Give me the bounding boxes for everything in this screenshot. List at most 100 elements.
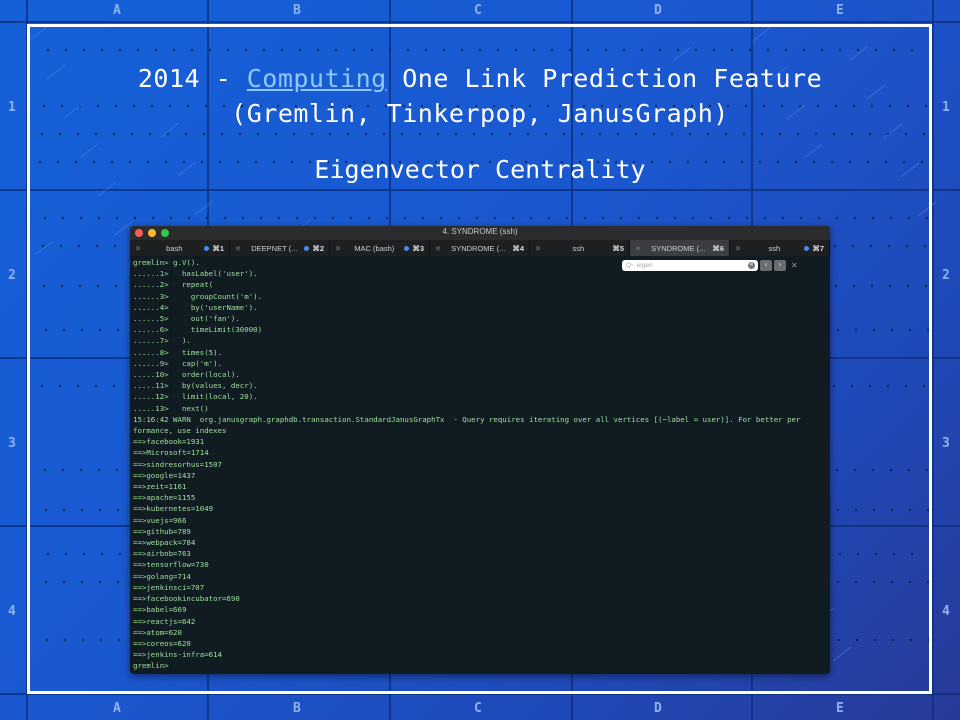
terminal-line: .....11> by(values, decr). bbox=[133, 381, 258, 391]
ruler-label: 2 bbox=[8, 268, 16, 283]
terminal-tab[interactable]: ✕ DEEPNET (... ⌘2 bbox=[230, 240, 330, 256]
close-tab-icon[interactable]: ✕ bbox=[335, 244, 341, 253]
tab-shortcut-group: ⌘2 bbox=[304, 244, 324, 253]
terminal-line: ==>sindresorhus=1507 bbox=[133, 459, 222, 469]
title-rest: One Link Prediction Feature bbox=[386, 64, 823, 93]
terminal-line: ......2> repeat( bbox=[133, 280, 214, 290]
terminal-tab[interactable]: ✕ bash ⌘1 bbox=[130, 240, 230, 256]
tab-label: ssh bbox=[572, 243, 585, 253]
close-tab-icon[interactable]: ✕ bbox=[235, 244, 241, 253]
ruler-label: C bbox=[474, 3, 482, 18]
terminal-line: ==>atom=620 bbox=[133, 627, 182, 637]
ruler-label: 4 bbox=[8, 604, 16, 619]
terminal-tab[interactable]: ✕ MAC (bash) ⌘3 bbox=[330, 240, 430, 256]
terminal-line: ==>webpack=784 bbox=[133, 538, 196, 548]
tab-shortcut: ⌘6 bbox=[712, 243, 724, 253]
close-tab-icon[interactable]: ✕ bbox=[635, 244, 641, 253]
tab-shortcut-group: ⌘5 bbox=[612, 244, 624, 253]
terminal-tab[interactable]: ✕ SYNDROME (... ⌘4 bbox=[430, 240, 530, 256]
terminal-tab[interactable]: ✕ ssh ⌘7 bbox=[730, 240, 830, 256]
activity-dot-icon bbox=[204, 245, 210, 251]
terminal-line: gremlin> g.V(). bbox=[133, 258, 200, 267]
terminal-line: ==>golang=714 bbox=[133, 571, 191, 581]
terminal-line: ......6> timeLimit(30000) bbox=[133, 325, 263, 335]
terminal-line: ......8> times(5). bbox=[133, 347, 222, 357]
tab-shortcut: ⌘5 bbox=[612, 243, 624, 253]
terminal-line: ==>tensorflow=730 bbox=[133, 560, 209, 570]
title-link-computing[interactable]: Computing bbox=[247, 64, 387, 93]
tab-shortcut-group: ⌘3 bbox=[404, 244, 424, 253]
tab-label: SYNDROME (... bbox=[451, 243, 506, 253]
close-tab-icon[interactable]: ✕ bbox=[135, 244, 141, 253]
terminal-line: gremlin> bbox=[133, 661, 169, 671]
terminal-line: ......9> cap('m'). bbox=[133, 358, 222, 368]
terminal-line: ==>facebook=1931 bbox=[133, 437, 205, 447]
ruler-label: 1 bbox=[942, 100, 950, 115]
tab-shortcut: ⌘7 bbox=[812, 243, 824, 253]
terminal-line: ==>jenkins-infra=614 bbox=[133, 650, 222, 660]
terminal-line: ==>airbnb=763 bbox=[133, 549, 191, 559]
terminal-line: 15:16:42 WARN org.janusgraph.graphdb.tra… bbox=[133, 414, 801, 424]
close-tab-icon[interactable]: ✕ bbox=[535, 244, 541, 253]
ruler-label: E bbox=[836, 701, 844, 716]
ruler-label: 3 bbox=[942, 436, 950, 451]
terminal-line: ==>vuejs=966 bbox=[133, 515, 187, 525]
terminal-line: ......7> ). bbox=[133, 336, 191, 346]
terminal-line: ==>Microsoft=1714 bbox=[133, 448, 209, 458]
ruler-label: B bbox=[293, 3, 301, 18]
slide-title: 2014 - Computing One Link Prediction Fea… bbox=[40, 64, 920, 93]
terminal-tab-bar: ✕ bash ⌘1 ✕ DEEPNET (... ⌘2 ✕ MAC (bash) ⌘3 ✕ SYND… bbox=[130, 240, 830, 256]
terminal-line: ==>jenkinsci=707 bbox=[133, 582, 205, 592]
tab-shortcut: ⌘4 bbox=[512, 243, 524, 253]
terminal-line: ......1> hasLabel('user'). bbox=[133, 269, 258, 279]
ruler-label: D bbox=[654, 701, 662, 716]
tab-label: MAC (bash) bbox=[354, 243, 395, 253]
terminal-window: 4. SYNDROME (ssh) ✕ bash ⌘1 ✕ DEEPNET (... ⌘2… bbox=[130, 226, 830, 674]
activity-dot-icon bbox=[304, 245, 310, 251]
ruler-label: 4 bbox=[942, 604, 950, 619]
tab-label: ssh bbox=[768, 243, 781, 253]
ruler-label: 3 bbox=[8, 436, 16, 451]
terminal-line: ==>facebookincubator=690 bbox=[133, 594, 240, 604]
terminal-line: formance, use indexes bbox=[133, 426, 227, 436]
tab-label: SYNDROME (... bbox=[651, 243, 706, 253]
terminal-line: ==>coreos=620 bbox=[133, 638, 191, 648]
terminal-tab[interactable]: ✕ SYNDROME (... ⌘6 bbox=[630, 240, 730, 256]
terminal-line: ......4> by('userName'). bbox=[133, 302, 258, 312]
slide-title-line2: (Gremlin, Tinkerpop, JanusGraph) bbox=[231, 99, 729, 128]
terminal-title: 4. SYNDROME (ssh) bbox=[442, 227, 518, 236]
ruler-label: D bbox=[654, 3, 662, 18]
ruler-label: 1 bbox=[8, 100, 16, 115]
tab-label: DEEPNET (... bbox=[251, 243, 298, 253]
terminal-line: ==>google=1437 bbox=[133, 470, 196, 480]
ruler-label: A bbox=[113, 3, 121, 18]
ruler-label: B bbox=[293, 701, 301, 716]
terminal-line: ==>github=789 bbox=[133, 526, 191, 536]
terminal-tab[interactable]: ✕ ssh ⌘5 bbox=[530, 240, 630, 256]
title-year: 2014 - bbox=[137, 64, 247, 93]
terminal-line: ......3> groupCount('m'). bbox=[133, 291, 263, 301]
ruler-label: C bbox=[474, 701, 482, 716]
slide-subtitle: Eigenvector Centrality bbox=[314, 155, 646, 184]
terminal-line: .....12> limit(local, 20). bbox=[133, 392, 258, 402]
terminal-line: .....13> next() bbox=[133, 403, 209, 413]
activity-dot-icon bbox=[404, 245, 410, 251]
terminal-output[interactable]: gremlin> g.V(). ......1> hasLabel('user')… bbox=[130, 256, 830, 673]
tab-shortcut-group: ⌘1 bbox=[204, 244, 224, 253]
terminal-titlebar: 4. SYNDROME (ssh) bbox=[130, 226, 830, 240]
tab-shortcut: ⌘2 bbox=[312, 243, 324, 253]
close-tab-icon[interactable]: ✕ bbox=[435, 244, 441, 253]
terminal-line: ......5> out('fan'). bbox=[133, 314, 240, 324]
ruler-label: A bbox=[113, 701, 121, 716]
close-tab-icon[interactable]: ✕ bbox=[735, 244, 741, 253]
tab-shortcut-group: ⌘6 bbox=[712, 244, 724, 253]
terminal-line: .....10> order(local). bbox=[133, 370, 240, 380]
tab-label: bash bbox=[166, 243, 183, 253]
activity-dot-icon bbox=[804, 245, 810, 251]
terminal-line: ==>apache=1155 bbox=[133, 493, 196, 503]
terminal-line: ==>babel=669 bbox=[133, 605, 187, 615]
tab-shortcut-group: ⌘4 bbox=[512, 244, 524, 253]
terminal-line: ==>zeit=1161 bbox=[133, 482, 187, 492]
ruler-label: 2 bbox=[942, 268, 950, 283]
tab-shortcut-group: ⌘7 bbox=[804, 244, 824, 253]
